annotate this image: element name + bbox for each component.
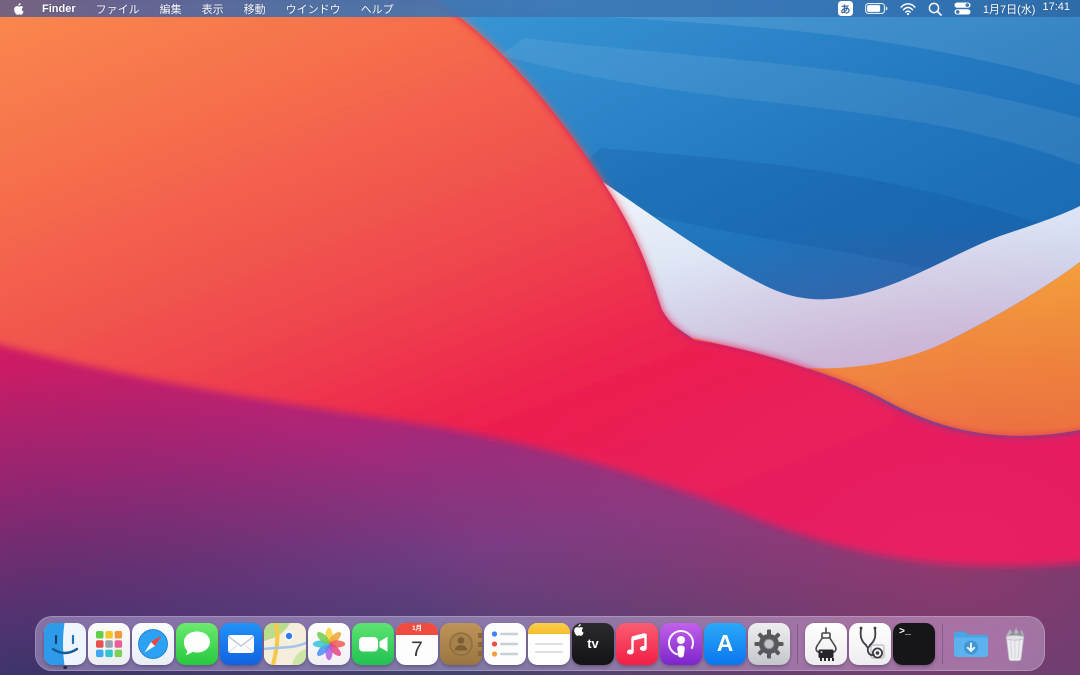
apple-logo-icon: [14, 2, 24, 15]
menu-edit[interactable]: 編集: [150, 1, 192, 17]
menu-view[interactable]: 表示: [192, 1, 234, 17]
dock-icon-launchpad[interactable]: [88, 622, 130, 665]
active-app-menu[interactable]: Finder: [32, 3, 86, 15]
podcasts-icon: [668, 629, 694, 657]
dock-icon-podcasts[interactable]: [660, 622, 702, 665]
app-store-letter: A: [716, 630, 734, 656]
contacts-book-icon: [449, 631, 482, 656]
input-source-indicator[interactable]: あ: [837, 1, 853, 16]
chip-claw-icon: [815, 626, 837, 661]
finder-face-icon: [44, 622, 79, 665]
video-camera-icon: [359, 636, 388, 652]
control-center-icon[interactable]: [954, 2, 971, 15]
dock-icon-notes[interactable]: [528, 622, 570, 665]
dock-slot-finder: [43, 617, 87, 670]
stethoscope-icon: [859, 626, 885, 659]
dock-icon-facetime[interactable]: [352, 622, 394, 665]
apple-menu[interactable]: [10, 2, 32, 16]
apple-tv-logo: tv: [572, 623, 614, 665]
dock-icon-safari[interactable]: [132, 622, 174, 665]
dock-icon-contacts[interactable]: [440, 622, 482, 665]
dock-icon-trash[interactable]: [994, 623, 1036, 665]
notes-yellow-band: [528, 622, 570, 634]
dock-icon-chip-claw-app[interactable]: [805, 622, 847, 665]
menu-file[interactable]: ファイル: [86, 1, 150, 17]
speech-bubble-icon: [184, 631, 210, 655]
dock-icon-photos[interactable]: [308, 622, 350, 665]
menu-window[interactable]: ウインドウ: [276, 1, 351, 17]
wifi-icon[interactable]: [900, 2, 916, 15]
dock-icon-music[interactable]: [616, 622, 658, 665]
dock-icon-calendar[interactable]: 1月 7: [396, 622, 438, 665]
time-label: 17:41: [1042, 0, 1070, 13]
photos-pinwheel-icon: [312, 627, 346, 660]
menu-bar: Finder ファイル 編集 表示 移動 ウインドウ ヘルプ あ 1月7日(水)…: [0, 0, 1080, 17]
date-label: 1月7日(水): [982, 3, 1036, 16]
apple-logo-small-icon: [574, 623, 584, 636]
map-icon: [264, 622, 306, 665]
tv-text: tv: [587, 636, 599, 651]
finder-running-indicator: [63, 665, 67, 669]
wallpaper-big-sur: [0, 0, 1080, 675]
dock-icon-mail[interactable]: [220, 622, 262, 665]
battery-icon[interactable]: [864, 3, 888, 14]
dock-icon-reminders[interactable]: [484, 622, 526, 665]
dock: 1月 7 tv A >_: [35, 616, 1045, 671]
calendar-month-label: 1月: [396, 622, 438, 635]
menu-bar-clock[interactable]: 1月7日(水) 17:41: [983, 1, 1070, 17]
calendar-day-label: 7: [411, 637, 423, 661]
music-note-icon: [626, 632, 647, 654]
dock-divider-1: [797, 623, 798, 664]
dock-divider-2: [942, 623, 943, 664]
menu-bar-status: あ 1月7日(水) 17:41: [837, 1, 1070, 17]
dock-icon-maps[interactable]: [264, 622, 306, 665]
safari-compass-icon: [138, 628, 168, 659]
spotlight-search-icon[interactable]: [928, 2, 942, 16]
downloads-folder-icon: [954, 631, 988, 657]
menu-help[interactable]: ヘルプ: [351, 1, 404, 17]
dock-icon-stethoscope-app[interactable]: [849, 622, 891, 665]
dock-icon-apple-tv[interactable]: tv: [572, 622, 614, 665]
dock-icon-system-preferences[interactable]: [748, 622, 790, 665]
launchpad-grid-icon: [96, 630, 123, 657]
dock-icon-terminal[interactable]: >_: [893, 622, 935, 665]
dock-icon-finder[interactable]: [44, 622, 86, 665]
dock-icon-downloads-folder[interactable]: [950, 623, 992, 665]
menu-go[interactable]: 移動: [234, 1, 276, 17]
dock-icon-messages[interactable]: [176, 622, 218, 665]
terminal-prompt-glyph: >_: [899, 626, 912, 638]
gear-icon: [754, 629, 784, 658]
reminders-list-icon: [491, 630, 518, 657]
envelope-icon: [228, 634, 254, 653]
dock-icon-app-store[interactable]: A: [704, 622, 746, 665]
trash-full-icon: [1005, 627, 1025, 661]
menu-bar-left: Finder ファイル 編集 表示 移動 ウインドウ ヘルプ: [10, 1, 404, 17]
